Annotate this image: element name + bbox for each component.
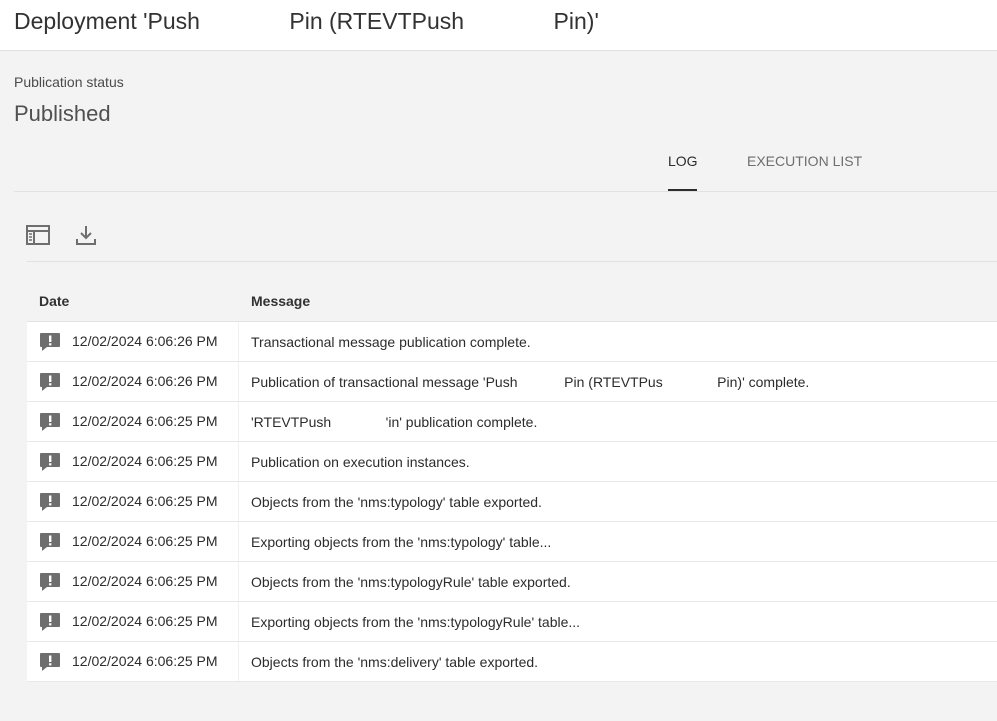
row-message: Exporting objects from the 'nms:typology… — [251, 534, 552, 550]
alert-bubble-icon — [40, 493, 60, 511]
page-title: Deployment 'Push Pin (RTEVTPush Pin)' — [14, 8, 599, 34]
column-header-message[interactable]: Message — [251, 293, 310, 309]
alert-bubble-icon — [40, 613, 60, 631]
row-date: 12/02/2024 6:06:25 PM — [72, 613, 218, 629]
row-date: 12/02/2024 6:06:26 PM — [72, 373, 218, 389]
table-row[interactable]: 12/02/2024 6:06:25 PM Publication on exe… — [27, 442, 997, 482]
row-message: Exporting objects from the 'nms:typology… — [251, 614, 581, 630]
alert-bubble-icon — [40, 373, 60, 391]
column-divider — [238, 522, 239, 561]
panel-toggle-icon — [26, 225, 50, 245]
toggle-panel-button[interactable] — [25, 222, 51, 248]
column-divider — [238, 442, 239, 481]
table-row[interactable]: 12/02/2024 6:06:25 PM Objects from the '… — [27, 562, 997, 602]
title-bar: Deployment 'Push Pin (RTEVTPush Pin)' — [0, 0, 997, 51]
tab-log[interactable]: LOG — [668, 153, 698, 169]
row-date: 12/02/2024 6:06:25 PM — [72, 573, 218, 589]
row-date: 12/02/2024 6:06:25 PM — [72, 653, 218, 669]
download-button[interactable] — [73, 222, 99, 248]
row-message: Publication on execution instances. — [251, 454, 470, 470]
column-divider — [238, 642, 239, 681]
row-date: 12/02/2024 6:06:26 PM — [72, 333, 218, 349]
column-divider — [238, 362, 239, 401]
row-message: Objects from the 'nms:typology' table ex… — [251, 494, 542, 510]
publication-status-label: Publication status — [14, 74, 124, 90]
row-date: 12/02/2024 6:06:25 PM — [72, 493, 218, 509]
table-row[interactable]: 12/02/2024 6:06:26 PM Publication of tra… — [27, 362, 997, 402]
alert-bubble-icon — [40, 573, 60, 591]
tabs-divider — [14, 191, 997, 192]
column-header-date[interactable]: Date — [39, 293, 69, 309]
alert-bubble-icon — [40, 453, 60, 471]
alert-bubble-icon — [40, 413, 60, 431]
row-message: 'RTEVTPush 'in' publication complete. — [251, 414, 538, 430]
row-date: 12/02/2024 6:06:25 PM — [72, 413, 218, 429]
row-message: Transactional message publication comple… — [251, 334, 531, 350]
publication-status-value: Published — [14, 101, 111, 126]
row-date: 12/02/2024 6:06:25 PM — [72, 533, 218, 549]
alert-bubble-icon — [40, 333, 60, 351]
row-message: Objects from the 'nms:typologyRule' tabl… — [251, 574, 571, 590]
row-date: 12/02/2024 6:06:25 PM — [72, 453, 218, 469]
column-divider — [238, 322, 239, 361]
toolbar-divider — [27, 261, 997, 262]
tab-execution-list[interactable]: EXECUTION LIST — [747, 153, 862, 169]
table-row[interactable]: 12/02/2024 6:06:25 PM Objects from the '… — [27, 642, 997, 682]
row-message: Publication of transactional message 'Pu… — [251, 374, 810, 390]
table-row[interactable]: 12/02/2024 6:06:26 PM Transactional mess… — [27, 322, 997, 362]
row-message: Objects from the 'nms:delivery' table ex… — [251, 654, 539, 670]
column-divider — [238, 482, 239, 521]
column-divider — [238, 602, 239, 641]
table-row[interactable]: 12/02/2024 6:06:25 PM Objects from the '… — [27, 482, 997, 522]
log-table: Date Message 12/02/2024 6:06:26 PM Trans… — [27, 281, 997, 682]
alert-bubble-icon — [40, 653, 60, 671]
alert-bubble-icon — [40, 533, 60, 551]
column-divider — [238, 562, 239, 601]
table-body: 12/02/2024 6:06:26 PM Transactional mess… — [27, 322, 997, 682]
table-header: Date Message — [27, 281, 997, 322]
table-row[interactable]: 12/02/2024 6:06:25 PM Exporting objects … — [27, 602, 997, 642]
table-row[interactable]: 12/02/2024 6:06:25 PM 'RTEVTPush 'in' pu… — [27, 402, 997, 442]
download-icon — [76, 226, 96, 245]
column-divider — [238, 402, 239, 441]
table-row[interactable]: 12/02/2024 6:06:25 PM Exporting objects … — [27, 522, 997, 562]
